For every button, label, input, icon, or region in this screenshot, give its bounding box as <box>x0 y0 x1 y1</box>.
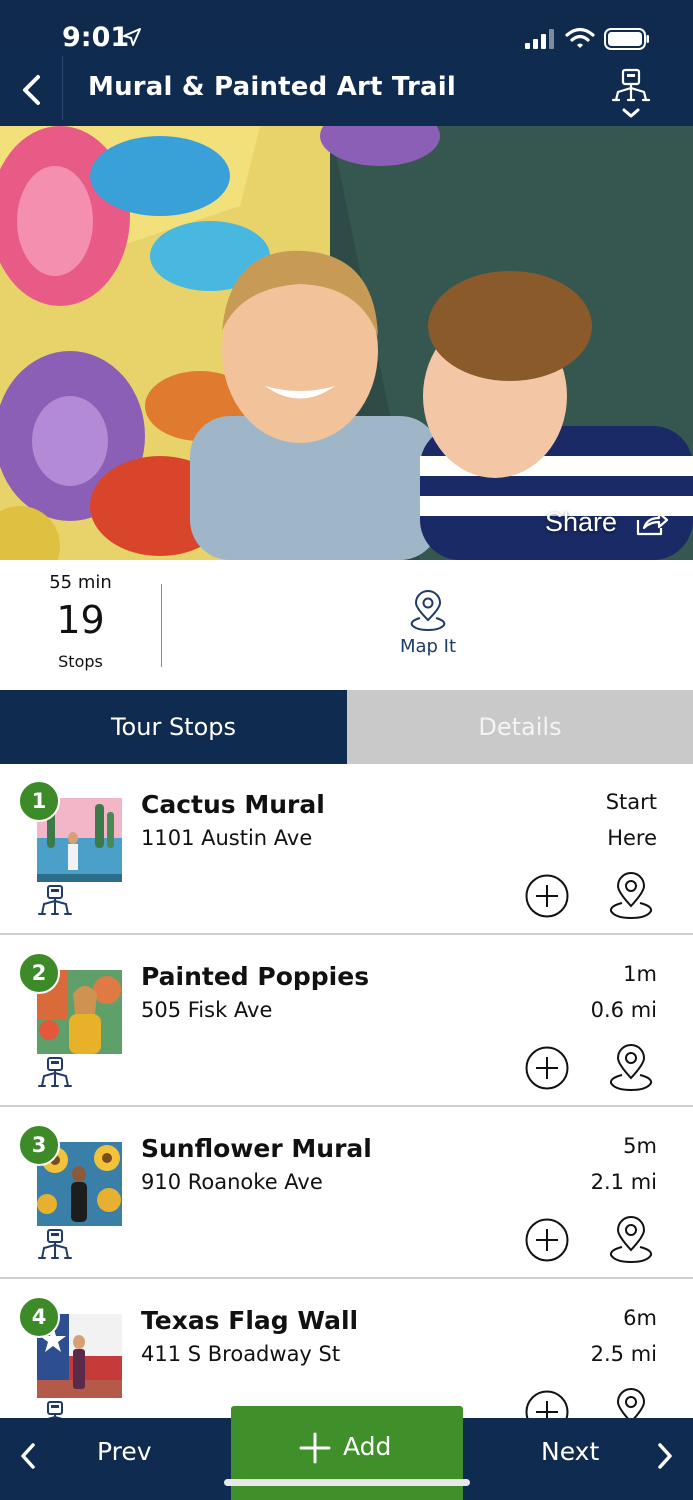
map-pin-button[interactable] <box>608 872 654 920</box>
page-title: Mural & Painted Art Trail <box>88 72 456 102</box>
back-button[interactable] <box>14 70 54 110</box>
map-pin-button[interactable] <box>608 1044 654 1092</box>
stop-distance: 2.1 mi <box>590 1170 657 1194</box>
next-label: Next <box>541 1437 600 1466</box>
share-button[interactable]: Share <box>545 507 669 538</box>
stop-distance: Here <box>607 826 657 850</box>
stop-address: 411 S Broadway St <box>141 1342 341 1366</box>
add-label: Add <box>343 1432 392 1461</box>
stop-distance: 2.5 mi <box>590 1342 657 1366</box>
plus-icon <box>299 1432 331 1464</box>
stop-name: Sunflower Mural <box>141 1134 372 1163</box>
map-pin-button[interactable] <box>608 1388 654 1418</box>
list-item[interactable]: 3 Sunflower Mural 910 Roanoke Ave 5m 2.1… <box>0 1108 693 1279</box>
easel-icon <box>38 885 72 915</box>
list-item[interactable]: 1 Cactus Mural 1101 Austin Ave Start Her… <box>0 764 693 935</box>
status-time: 9:01 <box>62 22 130 53</box>
tour-duration: 55 min <box>49 572 112 593</box>
stats-divider <box>161 584 162 667</box>
chevron-left-icon <box>21 1443 35 1469</box>
add-stop-button[interactable] <box>525 1390 569 1418</box>
mural-photo-illustration <box>0 126 693 560</box>
stop-time: 1m <box>623 962 657 986</box>
stop-address: 910 Roanoke Ave <box>141 1170 323 1194</box>
hero-photo: Share <box>0 126 693 560</box>
list-item[interactable]: 4 Texas Flag Wall 411 S Broadway St 6m 2… <box>0 1280 693 1418</box>
stop-list: 1 Cactus Mural 1101 Austin Ave Start Her… <box>0 764 693 1418</box>
share-icon <box>636 511 669 535</box>
stop-address: 1101 Austin Ave <box>141 826 313 850</box>
map-it-button[interactable]: Map It <box>378 590 478 657</box>
add-stop-button[interactable] <box>525 1046 569 1090</box>
prev-label: Prev <box>97 1437 152 1466</box>
tab-details[interactable]: Details <box>347 690 693 764</box>
stop-number-badge: 3 <box>18 1124 60 1166</box>
wifi-icon <box>565 27 595 48</box>
add-stop-button[interactable] <box>525 874 569 918</box>
share-label: Share <box>544 507 617 537</box>
stop-name: Cactus Mural <box>141 790 325 819</box>
prev-button[interactable]: Prev <box>0 1418 230 1500</box>
map-pin-icon <box>410 590 446 632</box>
tab-bar: Tour Stops Details <box>0 690 693 764</box>
stop-number-badge: 4 <box>18 1296 60 1338</box>
stop-address: 505 Fisk Ave <box>141 998 273 1022</box>
stop-time: 6m <box>623 1306 657 1330</box>
chevron-right-icon <box>658 1443 672 1469</box>
signal-icon <box>525 29 554 49</box>
status-bar: 9:01 <box>0 0 693 53</box>
next-button[interactable]: Next <box>463 1418 693 1500</box>
stop-number-badge: 2 <box>18 952 60 994</box>
tour-stats: 55 min 19 Stops Map It <box>0 560 693 690</box>
easel-icon <box>38 1229 72 1259</box>
stop-name: Texas Flag Wall <box>141 1306 359 1335</box>
easel-icon <box>47 1401 63 1418</box>
tour-mode-toggle-icon[interactable] <box>610 66 652 122</box>
map-pin-button[interactable] <box>608 1216 654 1264</box>
stop-time: 5m <box>623 1134 657 1158</box>
stop-number-badge: 1 <box>18 780 60 822</box>
battery-icon <box>604 28 649 50</box>
stop-distance: 0.6 mi <box>590 998 657 1022</box>
map-it-label: Map It <box>399 636 457 657</box>
home-indicator <box>224 1479 470 1486</box>
stop-name: Painted Poppies <box>141 962 370 991</box>
add-stop-button[interactable] <box>525 1218 569 1262</box>
location-arrow-icon <box>123 28 141 46</box>
easel-icon <box>38 1057 72 1087</box>
list-item[interactable]: 2 Painted Poppies 505 Fisk Ave 1m 0.6 mi <box>0 936 693 1107</box>
tab-tour-stops[interactable]: Tour Stops <box>0 690 347 764</box>
stops-count: 19 <box>56 598 105 642</box>
nav-divider <box>62 56 63 120</box>
nav-bar: Mural & Painted Art Trail <box>0 50 693 126</box>
stop-time: Start <box>605 790 657 814</box>
stops-label: Stops <box>58 652 103 671</box>
